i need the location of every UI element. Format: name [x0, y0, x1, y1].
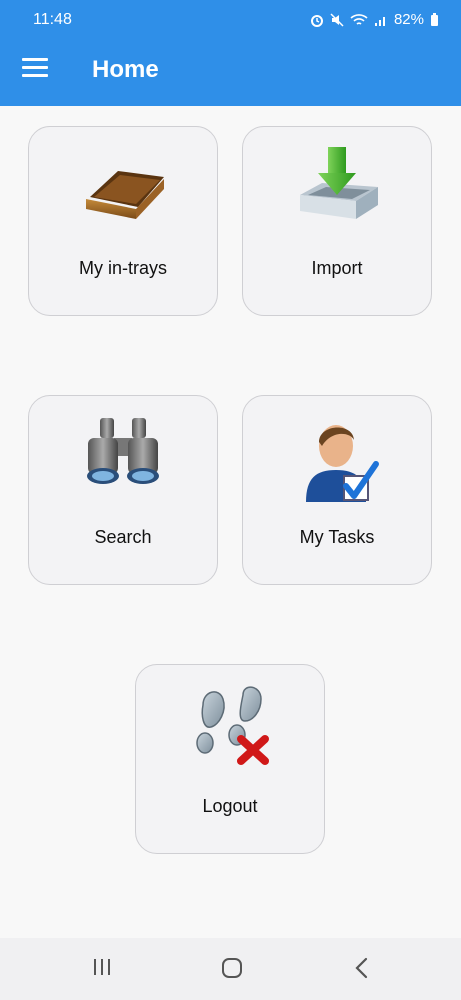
- tile-label: Search: [94, 527, 152, 547]
- logout-button[interactable]: Logout: [135, 664, 325, 854]
- status-bar: 11:48 82%: [0, 0, 461, 35]
- battery-icon: [430, 12, 439, 27]
- recent-apps-icon[interactable]: [91, 956, 113, 983]
- tile-label: Import: [311, 258, 363, 278]
- user-check-icon: [292, 416, 382, 502]
- battery-percent: 82%: [393, 11, 424, 28]
- signal-icon: [374, 13, 388, 27]
- tile-label: My Tasks: [299, 527, 375, 547]
- status-time: 11:48: [33, 11, 72, 28]
- search-button[interactable]: Search: [28, 395, 218, 585]
- status-icons: 82%: [310, 11, 439, 28]
- in-tray-icon: [78, 147, 168, 233]
- binoculars-icon: [78, 416, 168, 502]
- hamburger-menu-icon[interactable]: [22, 58, 48, 80]
- my-in-trays-button[interactable]: My in-trays: [28, 126, 218, 316]
- import-button[interactable]: Import: [242, 126, 432, 316]
- tile-label: My in-trays: [78, 258, 167, 278]
- home-icon[interactable]: [220, 956, 244, 985]
- import-icon: [292, 147, 382, 233]
- my-tasks-button[interactable]: My Tasks: [242, 395, 432, 585]
- tile-label: Logout: [202, 796, 258, 816]
- mute-icon: [330, 12, 344, 27]
- wifi-icon: [350, 13, 368, 27]
- alarm-icon: [310, 13, 324, 27]
- footprints-logout-icon: [185, 685, 275, 771]
- app-bar: Home: [0, 35, 461, 106]
- back-icon[interactable]: [352, 956, 372, 985]
- system-nav-bar: [0, 938, 461, 1000]
- page-title: Home: [92, 56, 159, 83]
